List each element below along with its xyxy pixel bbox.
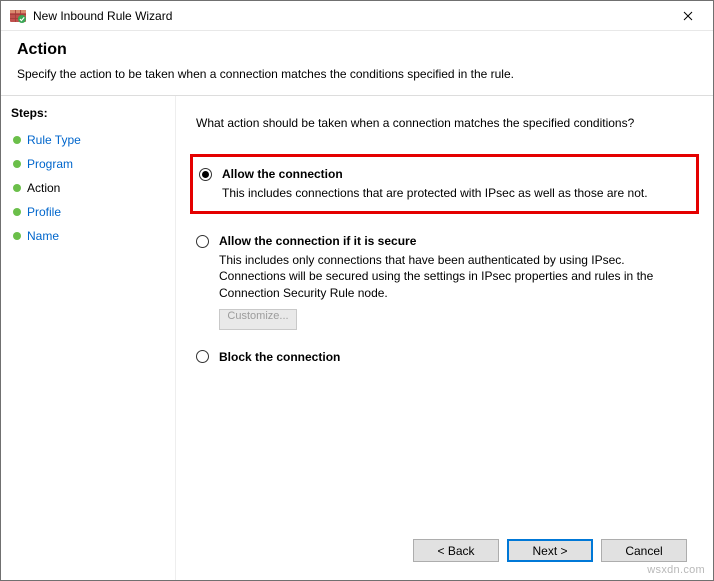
back-button[interactable]: < Back	[413, 539, 499, 562]
step-label: Name	[27, 229, 59, 243]
step-program[interactable]: Program	[11, 152, 165, 176]
page-heading: Action	[17, 41, 697, 59]
radio-block[interactable]	[196, 350, 209, 363]
steps-title: Steps:	[11, 106, 165, 120]
watermark: wsxdn.com	[647, 564, 705, 576]
steps-pane: Steps: Rule Type Program Action Profile …	[1, 96, 176, 580]
step-label: Action	[27, 181, 60, 195]
firewall-icon	[9, 7, 27, 25]
bullet-icon	[13, 232, 21, 240]
step-rule-type[interactable]: Rule Type	[11, 128, 165, 152]
option-allow-head[interactable]: Allow the connection	[199, 167, 686, 181]
close-icon	[683, 11, 693, 21]
option-allow-secure-desc: This includes only connections that have…	[219, 252, 693, 301]
window-title: New Inbound Rule Wizard	[33, 9, 667, 23]
option-allow: Allow the connection This includes conne…	[190, 154, 699, 214]
option-block-label: Block the connection	[219, 350, 340, 364]
step-action[interactable]: Action	[11, 176, 165, 200]
option-allow-secure: Allow the connection if it is secure Thi…	[196, 234, 693, 330]
step-profile[interactable]: Profile	[11, 200, 165, 224]
wizard-header: Action Specify the action to be taken wh…	[1, 31, 713, 95]
step-name[interactable]: Name	[11, 224, 165, 248]
page-subheading: Specify the action to be taken when a co…	[17, 67, 697, 81]
content-pane: What action should be taken when a conne…	[176, 96, 713, 580]
step-label: Program	[27, 157, 73, 171]
bullet-icon	[13, 208, 21, 216]
option-allow-label: Allow the connection	[222, 167, 343, 181]
step-label: Profile	[27, 205, 61, 219]
option-block: Block the connection	[196, 350, 693, 368]
close-button[interactable]	[667, 2, 709, 30]
step-label: Rule Type	[27, 133, 81, 147]
bullet-icon	[13, 184, 21, 192]
option-allow-secure-head[interactable]: Allow the connection if it is secure	[196, 234, 693, 248]
wizard-window: New Inbound Rule Wizard Action Specify t…	[0, 0, 714, 581]
wizard-body: Steps: Rule Type Program Action Profile …	[1, 95, 713, 580]
option-block-head[interactable]: Block the connection	[196, 350, 693, 364]
radio-allow[interactable]	[199, 168, 212, 181]
radio-allow-secure[interactable]	[196, 235, 209, 248]
bullet-icon	[13, 160, 21, 168]
next-button[interactable]: Next >	[507, 539, 593, 562]
option-allow-secure-label: Allow the connection if it is secure	[219, 234, 416, 248]
customize-button: Customize...	[219, 309, 297, 330]
cancel-button[interactable]: Cancel	[601, 539, 687, 562]
titlebar: New Inbound Rule Wizard	[1, 1, 713, 31]
option-allow-desc: This includes connections that are prote…	[222, 185, 686, 201]
action-prompt: What action should be taken when a conne…	[196, 116, 693, 130]
button-row: < Back Next > Cancel	[196, 531, 693, 570]
bullet-icon	[13, 136, 21, 144]
